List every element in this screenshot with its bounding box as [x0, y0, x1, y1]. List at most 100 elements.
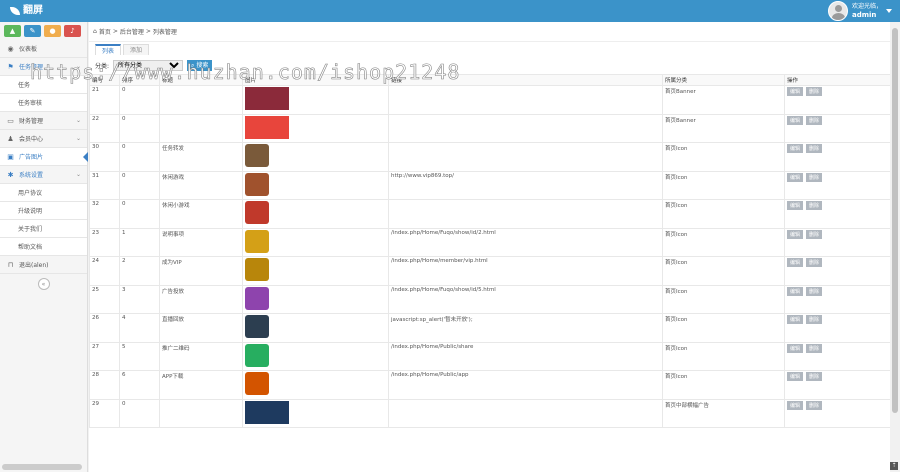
cell-actions: 编辑 删除	[784, 199, 891, 229]
breadcrumb-current: 列表管理	[152, 29, 177, 36]
delete-button[interactable]: 删除	[806, 144, 822, 153]
sidebar-subitem-task[interactable]: 任务	[0, 76, 87, 94]
icon-thumbnail	[245, 258, 269, 281]
banner-thumbnail	[245, 400, 289, 424]
category-select[interactable]: 所有分类	[113, 59, 184, 71]
delete-button[interactable]: 删除	[806, 286, 822, 296]
delete-button[interactable]: 删除	[806, 343, 822, 353]
dashboard-icon: ◉	[7, 44, 14, 53]
sidebar-item-label: 仪表板	[19, 46, 38, 53]
sidebar-item-finance[interactable]: ▭ 财务管理 ⌄	[0, 112, 87, 130]
breadcrumb-home[interactable]: 首页	[99, 27, 111, 36]
edit-button[interactable]: 编辑	[787, 372, 803, 381]
cell-link: /index.php/Home/member/vip.html	[388, 256, 663, 286]
cell-link	[388, 85, 663, 115]
users-icon: ●	[49, 27, 56, 35]
sidebar-item-logout[interactable]: ⊓ 退出(alen)	[0, 256, 87, 274]
sidebar-subitem-help[interactable]: 帮助文档	[0, 238, 87, 256]
cell-sort: 0	[119, 113, 160, 143]
edit-button[interactable]: 编辑	[787, 144, 803, 153]
cell-actions: 编辑 删除	[784, 142, 891, 172]
sidebar-subitem-about[interactable]: 关于我们	[0, 220, 87, 238]
sidebar-subitem-task-review[interactable]: 任务审核	[0, 94, 87, 112]
cell-actions: 编辑 删除	[784, 370, 891, 400]
back-to-top-button[interactable]: ⇡	[890, 462, 898, 470]
sidebar-horizontal-scrollbar[interactable]	[2, 464, 82, 470]
chevron-down-icon: ⌄	[75, 171, 81, 178]
sidebar-collapse-button[interactable]: «	[37, 278, 50, 290]
cell-image	[242, 85, 389, 115]
delete-button[interactable]: 删除	[806, 201, 822, 210]
delete-button[interactable]: 删除	[806, 258, 822, 267]
cell-title: 休闲小游戏	[159, 199, 243, 229]
edit-button[interactable]: 编辑	[787, 115, 803, 125]
cell-image	[242, 113, 389, 143]
cell-category: 首页Icon	[662, 170, 785, 200]
delete-button[interactable]: 删除	[806, 172, 822, 182]
edit-button[interactable]: 编辑	[787, 172, 803, 182]
users-quick-button[interactable]: ●	[44, 25, 61, 37]
delete-button[interactable]: 删除	[806, 315, 822, 324]
cell-title	[159, 85, 243, 115]
sidebar-subitem-agreement[interactable]: 用户协议	[0, 184, 87, 202]
edit-button[interactable]: 编辑	[787, 87, 803, 96]
cell-id: 31	[89, 170, 120, 200]
cell-category: 首页Banner	[662, 85, 785, 115]
user-menu[interactable]: 欢迎光临， admin	[827, 1, 892, 21]
cell-category: 首页Icon	[662, 227, 785, 257]
delete-button[interactable]: 删除	[806, 400, 822, 410]
sidebar-subitem-upgrade[interactable]: 升级说明	[0, 202, 87, 220]
edit-button[interactable]: 编辑	[787, 315, 803, 324]
delete-button[interactable]: 删除	[806, 372, 822, 381]
breadcrumb-admin[interactable]: 后台管理	[120, 27, 144, 36]
edit-button[interactable]: 编辑	[787, 229, 803, 239]
edit-button[interactable]: 编辑	[787, 258, 803, 267]
delete-button[interactable]: 删除	[806, 87, 822, 96]
edit-button[interactable]: 编辑	[787, 201, 803, 210]
cell-image	[242, 341, 389, 371]
cell-actions: 编辑 删除	[784, 227, 891, 257]
sidebar-item-label: 系统设置	[19, 172, 44, 179]
user-info: 欢迎光临， admin	[852, 3, 882, 19]
sidebar-item-task-mgmt[interactable]: ⚑ 任务管理 ⌄	[0, 58, 87, 76]
top-bar: 翻屏 欢迎光临， admin	[0, 0, 900, 22]
chart-quick-button[interactable]: ▲	[4, 25, 21, 37]
sidebar-item-ads[interactable]: ▣ 广告图片	[0, 148, 88, 166]
tab-list[interactable]: 列表	[95, 44, 122, 55]
filter-bar: 分类: 所有分类 ⌕ 搜索	[89, 56, 890, 74]
search-icon: ⌕	[191, 62, 195, 69]
delete-button[interactable]: 删除	[806, 115, 822, 125]
tab-add[interactable]: 添加	[123, 44, 150, 55]
cell-image	[242, 227, 389, 257]
vertical-scrollbar[interactable]	[890, 22, 900, 472]
sidebar-item-dashboard[interactable]: ◉ 仪表板	[0, 40, 87, 58]
edit-button[interactable]: 编辑	[787, 286, 803, 296]
user-greeting: 欢迎光临，	[851, 3, 882, 10]
sidebar-item-label: 任务管理	[19, 64, 44, 71]
caret-down-icon[interactable]	[886, 9, 892, 13]
scrollbar-thumb[interactable]	[892, 28, 898, 413]
sidebar-item-label: 关于我们	[18, 226, 43, 233]
edit-button[interactable]: 编辑	[787, 400, 803, 410]
bell-quick-button[interactable]: ♪	[64, 25, 81, 37]
sidebar-item-member[interactable]: ♟ 会员中心 ⌄	[0, 130, 87, 148]
avatar[interactable]	[827, 1, 848, 21]
filter-label: 分类:	[95, 62, 110, 70]
cell-link: /index.php/Home/Public/share	[388, 341, 663, 371]
sidebar-item-system[interactable]: ✱ 系统设置 ⌄	[0, 166, 87, 184]
edit-button[interactable]: 编辑	[787, 343, 803, 353]
column-header: 操作	[784, 74, 891, 86]
cell-image	[242, 170, 389, 200]
cell-title: 广告投放	[159, 284, 243, 314]
delete-button[interactable]: 删除	[806, 229, 822, 239]
cell-sort: 4	[119, 313, 160, 343]
search-button[interactable]: ⌕ 搜索	[187, 59, 213, 71]
app-logo[interactable]: 翻屏	[10, 3, 43, 19]
cell-category: 首页Icon	[662, 256, 785, 286]
table-row: 25 3 广告投放/index.php/Home/Fuqo/show/id/5.ht…	[89, 284, 891, 314]
cell-id: 27	[89, 341, 120, 371]
table-row: 31 0 休闲游戏 http://www.vip869.top/首页Icon 编辑 删除	[89, 170, 891, 200]
cell-image	[242, 370, 389, 400]
cell-sort: 5	[119, 341, 160, 371]
pencil-quick-button[interactable]: ✎	[24, 25, 41, 37]
